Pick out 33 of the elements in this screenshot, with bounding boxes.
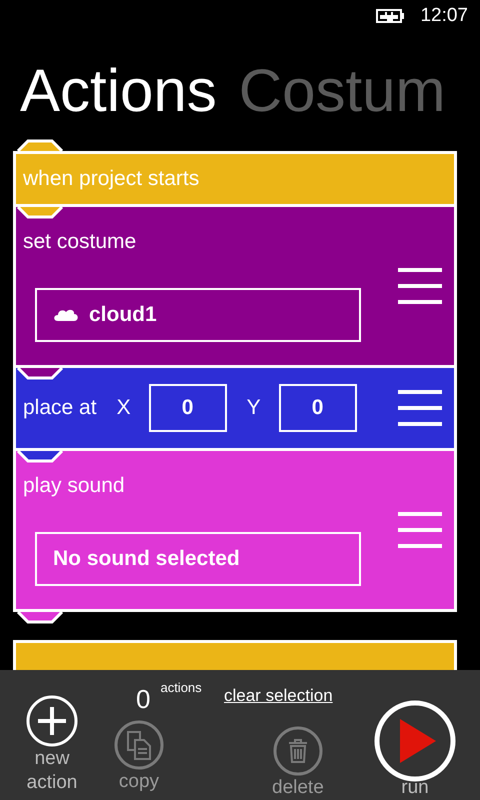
copy-icon (114, 720, 164, 770)
brick-notch (17, 368, 63, 380)
menu-icon[interactable] (398, 512, 442, 548)
run-button[interactable]: run (374, 700, 456, 800)
axis-label: X (116, 396, 131, 420)
axis-label: Y (246, 396, 261, 420)
clear-selection-link[interactable]: clear selection (224, 686, 333, 726)
brick-notch (17, 451, 63, 463)
x-value-field[interactable]: 0 (148, 384, 227, 432)
y-value-field[interactable]: 0 (278, 384, 357, 432)
count-label: actions (160, 680, 202, 695)
action-brick[interactable]: play sound No sound selected (13, 448, 457, 612)
pivot-header[interactable]: Actions (20, 61, 217, 121)
brick-notch (17, 139, 63, 151)
brick-notch (17, 612, 63, 624)
clock-time: 12:07 (420, 5, 468, 27)
menu-icon[interactable] (398, 390, 442, 426)
menu-icon[interactable] (398, 268, 442, 304)
brick-title: set costume (23, 230, 138, 254)
new-action-button[interactable]: new action (22, 695, 82, 800)
costume-field[interactable]: cloud1 (35, 288, 361, 342)
add-icon (26, 695, 78, 747)
selected-count: 0 (136, 684, 150, 715)
cloud-icon (53, 308, 79, 322)
delete-icon (272, 726, 323, 776)
brick-notch (17, 207, 63, 219)
brick-title: when project starts (23, 167, 200, 191)
play-icon (374, 700, 456, 782)
battery-charging-icon (376, 9, 406, 23)
brick-title: play sound (23, 474, 126, 498)
sound-field[interactable]: No sound selected (35, 532, 361, 586)
action-brick[interactable]: set costume cloud1 (13, 204, 457, 368)
brick-title: place at (23, 396, 97, 420)
